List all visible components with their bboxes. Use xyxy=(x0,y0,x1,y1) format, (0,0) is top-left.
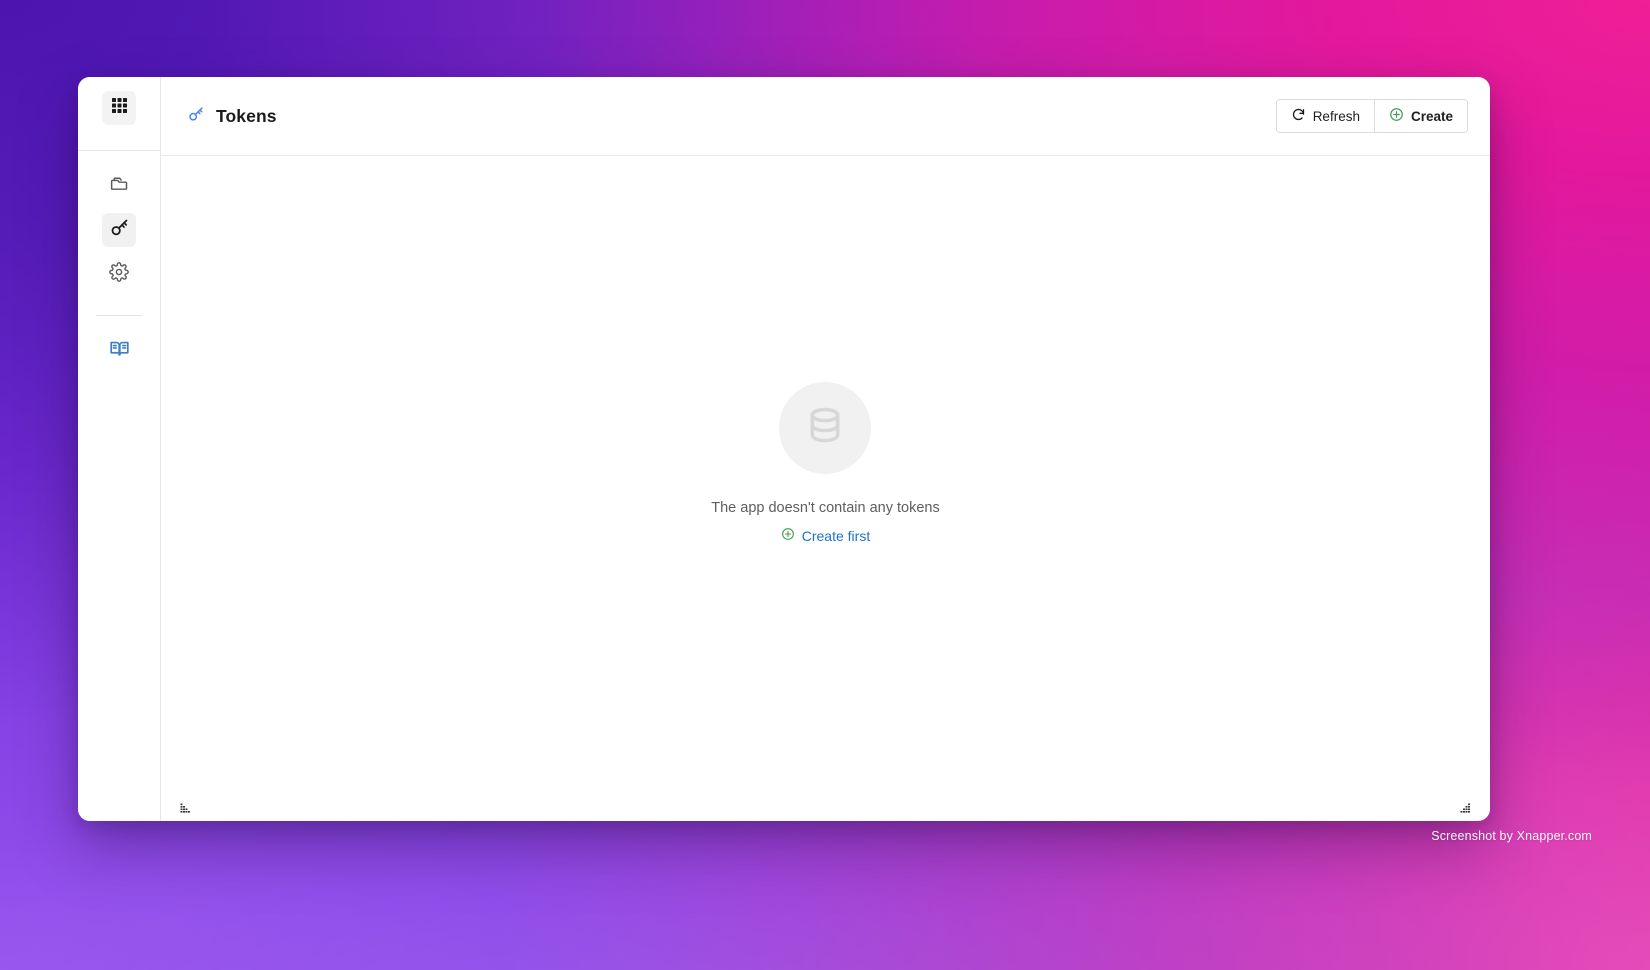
sidebar-top-section xyxy=(78,91,160,151)
book-icon xyxy=(109,338,130,364)
app-window: Tokens Refresh Create The app doesn't co… xyxy=(78,77,1490,821)
header-actions: Refresh Create xyxy=(1275,99,1468,133)
sidebar-item-tokens[interactable] xyxy=(102,213,136,247)
sidebar xyxy=(78,77,161,821)
sidebar-item-caches[interactable] xyxy=(102,169,136,203)
page-header: Tokens Refresh Create xyxy=(161,77,1490,155)
grid-icon xyxy=(110,96,129,120)
key-icon xyxy=(109,217,130,243)
content-panel: The app doesn't contain any tokens Creat… xyxy=(161,155,1490,821)
refresh-icon xyxy=(1291,107,1306,125)
database-icon xyxy=(802,403,848,454)
resize-grip-bottom-right[interactable] xyxy=(1457,799,1471,813)
empty-state: The app doesn't contain any tokens Creat… xyxy=(711,382,940,544)
empty-state-icon-circle xyxy=(779,382,872,474)
create-button[interactable]: Create xyxy=(1373,100,1467,132)
sidebar-divider xyxy=(96,315,142,316)
gear-icon xyxy=(109,261,129,287)
resize-grip-bottom-left[interactable] xyxy=(180,799,194,813)
main-area: Tokens Refresh Create The app doesn't co… xyxy=(161,77,1490,821)
create-first-link[interactable]: Create first xyxy=(781,527,870,544)
folders-icon xyxy=(109,173,130,199)
empty-state-message: The app doesn't contain any tokens xyxy=(711,500,940,516)
create-button-label: Create xyxy=(1410,108,1453,124)
page-title-group: Tokens xyxy=(187,105,277,128)
create-first-link-label: Create first xyxy=(801,527,871,544)
sidebar-item-apps[interactable] xyxy=(102,91,136,125)
sidebar-item-settings[interactable] xyxy=(102,257,136,291)
plus-circle-icon xyxy=(1389,107,1404,125)
plus-circle-icon xyxy=(781,527,795,544)
sidebar-item-documentation[interactable] xyxy=(102,334,136,368)
refresh-button-label: Refresh xyxy=(1312,108,1360,124)
refresh-button[interactable]: Refresh xyxy=(1276,100,1374,132)
xnapper-watermark: Screenshot by Xnapper.com xyxy=(1431,829,1592,843)
key-icon xyxy=(187,105,205,128)
page-title: Tokens xyxy=(216,105,277,126)
